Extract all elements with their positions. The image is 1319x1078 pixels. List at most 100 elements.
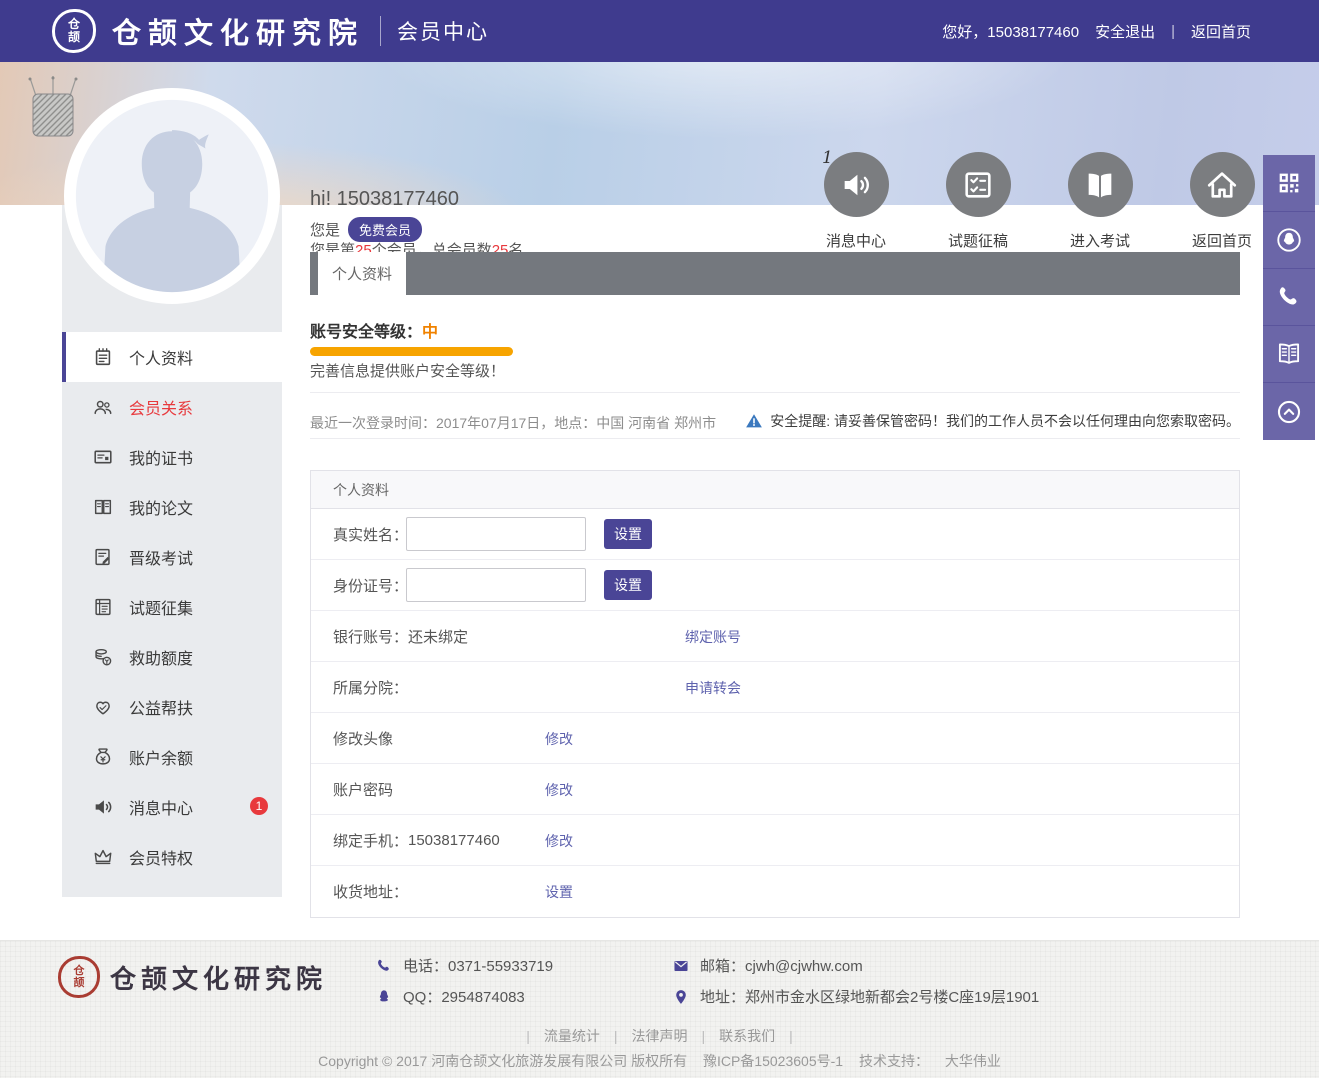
quick-action: 消息中心 (795, 152, 917, 251)
brand-seal-logo[interactable]: 仓 颉 (52, 9, 96, 53)
footer-link[interactable]: 流量统计 (544, 1028, 600, 1044)
page-title: 会员中心 (397, 16, 489, 46)
sidebar-item-label: 会员特权 (129, 845, 193, 869)
sidebar-item[interactable]: 我的证书 (62, 432, 282, 482)
form-row-link[interactable]: 修改 (545, 713, 573, 764)
unread-badge: 1 (250, 797, 268, 815)
floating-toolbar (1263, 155, 1315, 440)
form-row-label: 修改头像 (333, 713, 393, 764)
footer-contacts-left: 电话：0371-55933719QQ：2954874083 (375, 950, 553, 1012)
form-row-label: 绑定手机： (333, 815, 408, 866)
form-row-link[interactable]: 修改 (545, 815, 573, 866)
floatbar-back-to-top[interactable] (1263, 383, 1315, 440)
set-button[interactable]: 设置 (604, 519, 652, 549)
quick-action: 进入考试 (1039, 152, 1161, 251)
seal-char-bottom: 颉 (68, 31, 80, 44)
sidebar-item-label: 我的证书 (129, 445, 193, 469)
sidebar-item[interactable]: 我的论文 (62, 482, 282, 532)
sidebar-item[interactable]: 账户余额 (62, 732, 282, 782)
last-login-text: 最近一次登录时间：2017年07月17日，地点：中国 河南省 郑州市 (310, 413, 716, 433)
footer-contact: 地址：郑州市金水区绿地新都会2号楼C座19层1901 (672, 981, 1039, 1012)
back-home-link[interactable]: 返回首页 (1191, 21, 1251, 42)
home-icon (1205, 168, 1239, 202)
top-header: 仓 颉 仓颉文化研究院 会员中心 您好，15038177460 安全退出 | 返… (0, 0, 1319, 62)
quick-action-button[interactable] (946, 152, 1011, 217)
form-row: 绑定手机：15038177460 修改 (311, 815, 1239, 866)
sidebar-item-label: 救助额度 (129, 645, 193, 669)
form-row-value: 15038177460 (408, 815, 500, 866)
form-row-link[interactable]: 申请转会 (685, 662, 741, 713)
form-row: 账户密码修改 (311, 764, 1239, 815)
moneybag-icon (92, 746, 114, 768)
form-row: 银行账号：还未绑定绑定账号 (311, 611, 1239, 662)
sidebar-item-label: 试题征集 (129, 595, 193, 619)
speaker-icon (92, 796, 114, 818)
unread-count-note: 1 (822, 148, 833, 168)
form-row: 身份证号：设置 (311, 560, 1239, 611)
phone-icon (1275, 283, 1303, 311)
quick-action-button[interactable] (824, 152, 889, 217)
sidebar-item-label: 会员关系 (129, 395, 193, 419)
panel-rows: 真实姓名：设置身份证号：设置银行账号：还未绑定绑定账号所属分院：申请转会修改头像… (311, 509, 1239, 917)
last-login-row: 最近一次登录时间：2017年07月17日，地点：中国 河南省 郑州市 安全提醒:… (310, 408, 1240, 438)
exam-icon (92, 546, 114, 568)
footer-links-pipe: | (789, 1028, 793, 1044)
sidebar-item[interactable]: 个人资料 (62, 332, 282, 382)
form-row-input[interactable] (406, 517, 586, 551)
sidebar-item[interactable]: 晋级考试 (62, 532, 282, 582)
sidebar-item[interactable]: 救助额度 (62, 632, 282, 682)
sidebar-item-label: 消息中心 (129, 795, 193, 819)
quick-action-button[interactable] (1068, 152, 1133, 217)
certificate-icon (92, 446, 114, 468)
sidebar-item[interactable]: 消息中心 1 (62, 782, 282, 832)
footer-seal-logo: 仓颉 (58, 956, 100, 998)
form-row-link[interactable]: 设置 (545, 866, 573, 917)
sidebar-item[interactable]: 试题征集 (62, 582, 282, 632)
form-row-link[interactable]: 绑定账号 (685, 611, 741, 662)
notebook-icon (92, 346, 114, 368)
page: 仓 颉 仓颉文化研究院 会员中心 您好，15038177460 安全退出 | 返… (0, 0, 1319, 1078)
checklist-icon (961, 168, 995, 202)
footer-link[interactable]: 联系我们 (719, 1028, 775, 1044)
sidebar-item[interactable]: 会员关系 (62, 382, 282, 432)
members-icon (92, 396, 114, 418)
footer-links-pipe: | (702, 1028, 706, 1044)
quick-action-label: 试题征稿 (948, 230, 1008, 251)
sidebar-item[interactable]: 公益帮扶 (62, 682, 282, 732)
sidebar-item-label: 晋级考试 (129, 545, 193, 569)
floatbar-qrcode[interactable] (1263, 155, 1315, 212)
magazine-icon (1275, 340, 1303, 368)
profile-panel: 个人资料 真实姓名：设置身份证号：设置银行账号：还未绑定绑定账号所属分院：申请转… (310, 470, 1240, 918)
quick-action-button[interactable] (1190, 152, 1255, 217)
qrcode-icon (1275, 169, 1303, 197)
coins-icon (92, 646, 114, 668)
charity-icon (92, 696, 114, 718)
footer-copyright: Copyright © 2017 河南仓颉文化旅游发展有限公司 版权所有 豫IC… (0, 1051, 1319, 1071)
greeting-text: 您好，15038177460 (942, 21, 1079, 42)
footer-link[interactable]: 法律声明 (632, 1028, 688, 1044)
form-row-link[interactable]: 修改 (545, 764, 573, 815)
form-row-value: 还未绑定 (408, 611, 468, 662)
set-button[interactable]: 设置 (604, 570, 652, 600)
mail-icon (672, 957, 690, 975)
logout-link[interactable]: 安全退出 (1095, 21, 1155, 42)
tab-profile[interactable]: 个人资料 (318, 252, 406, 295)
user-greeting: hi! 15038177460 (310, 188, 459, 211)
footer-links-pipe: | (526, 1028, 530, 1044)
divider (310, 438, 1240, 439)
floatbar-magazine[interactable] (1263, 326, 1315, 383)
avatar[interactable] (64, 88, 280, 304)
floatbar-phone[interactable] (1263, 269, 1315, 326)
form-row-input[interactable] (406, 568, 586, 602)
icp-number[interactable]: 豫ICP备15023605号-1 (703, 1053, 843, 1069)
sidebar-item[interactable]: 会员特权 (62, 832, 282, 882)
warning-triangle-icon (745, 412, 763, 430)
floatbar-qq[interactable] (1263, 212, 1315, 269)
brand-title: 仓颉文化研究院 (112, 10, 364, 52)
footer-links-pipe: | (614, 1028, 618, 1044)
security-alert-text: 安全提醒: 请妥善保管密码！我们的工作人员不会以任何理由向您索取密码。 (770, 411, 1240, 431)
sidebar-item-label: 个人资料 (129, 345, 193, 369)
qq-icon (1275, 226, 1303, 254)
support-company[interactable]: 大华伟业 (945, 1053, 1001, 1069)
quick-action-label: 进入考试 (1070, 230, 1130, 251)
